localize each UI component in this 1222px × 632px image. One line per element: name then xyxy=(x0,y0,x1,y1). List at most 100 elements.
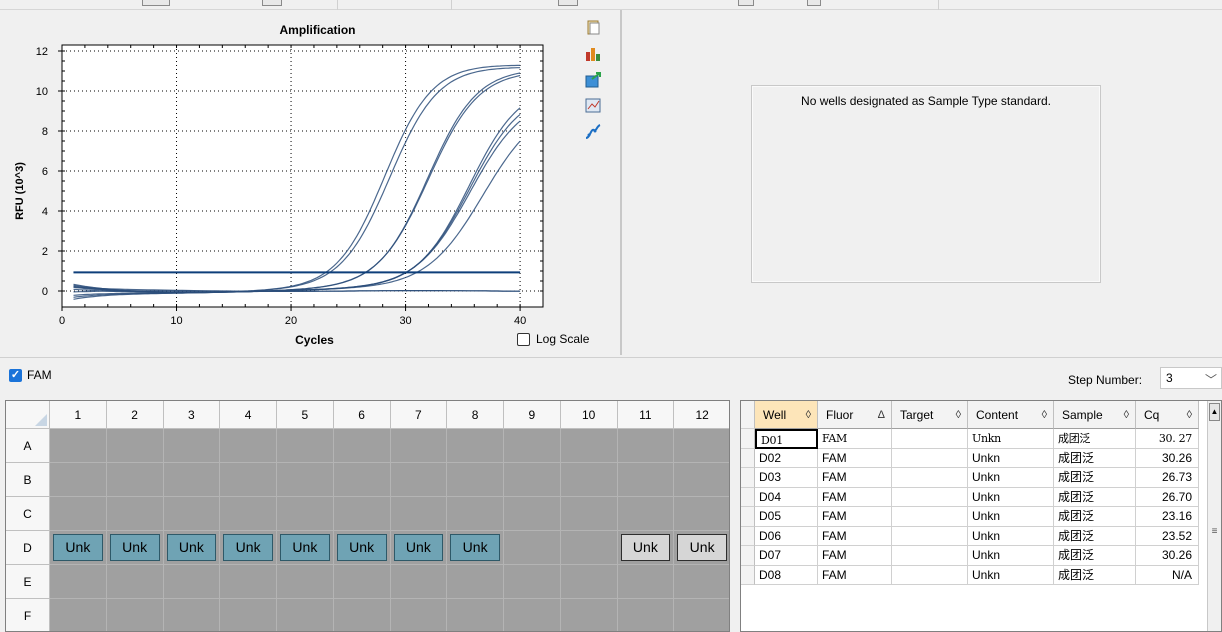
plate-well[interactable] xyxy=(617,463,675,497)
plate-well[interactable] xyxy=(504,565,561,599)
plate-well[interactable] xyxy=(107,599,164,631)
table-column-header[interactable]: Cq ◊ xyxy=(1136,401,1199,429)
plate-column-header[interactable]: 2 xyxy=(106,401,164,429)
plate-well[interactable] xyxy=(220,463,277,497)
table-scrollbar[interactable]: ▲ ≡ xyxy=(1207,401,1221,631)
sort-icon[interactable]: ◊ xyxy=(1124,401,1129,429)
plate-column-header[interactable]: 6 xyxy=(333,401,391,429)
plate-well[interactable] xyxy=(163,565,221,599)
table-cell[interactable]: Unkn xyxy=(968,507,1054,527)
plate-column-header[interactable]: 1 xyxy=(50,401,107,429)
table-cell[interactable]: 成团泛 xyxy=(1054,429,1136,449)
table-cell[interactable]: 30.26 xyxy=(1136,448,1199,468)
table-cell[interactable]: FAM xyxy=(818,507,892,527)
plate-well[interactable] xyxy=(333,497,391,531)
plate-well[interactable] xyxy=(50,497,107,531)
plate-column-header[interactable]: 10 xyxy=(560,401,618,429)
table-cell[interactable]: D01 xyxy=(755,429,818,449)
plate-well[interactable] xyxy=(334,599,391,631)
table-cell[interactable]: 成团泛 xyxy=(1054,507,1136,527)
table-cell[interactable]: FAM xyxy=(818,468,892,488)
plate-column-header[interactable]: 4 xyxy=(220,401,277,429)
sort-icon[interactable]: Δ xyxy=(878,401,885,429)
plate-well[interactable] xyxy=(504,429,561,463)
toolbar-icon[interactable] xyxy=(807,0,821,6)
plate-well[interactable] xyxy=(390,429,448,463)
table-cell[interactable]: 成团泛 xyxy=(1054,468,1136,488)
toolbar-icon[interactable] xyxy=(142,0,170,6)
table-cell[interactable]: FAM xyxy=(818,565,892,585)
plate-row-header[interactable]: C xyxy=(6,497,50,531)
sort-icon[interactable]: ◊ xyxy=(1187,401,1192,429)
table-cell[interactable]: Unkn xyxy=(968,429,1054,449)
plate-well[interactable] xyxy=(50,599,107,631)
plate-well[interactable]: Unk xyxy=(617,531,675,565)
table-column-header[interactable]: Target ◊ xyxy=(892,401,968,429)
table-cell[interactable] xyxy=(892,468,968,488)
table-cell[interactable] xyxy=(892,429,968,449)
plate-select-all[interactable] xyxy=(6,401,50,429)
plate-row-header[interactable]: B xyxy=(6,463,50,497)
table-cell[interactable]: D08 xyxy=(755,565,818,585)
plate-well[interactable] xyxy=(674,429,729,463)
plate-well[interactable] xyxy=(674,565,729,599)
plate-well[interactable] xyxy=(560,463,618,497)
plate-well[interactable]: Unk xyxy=(674,531,729,565)
zoom-icon[interactable] xyxy=(583,96,603,116)
plate-map[interactable]: 1 2 3 4 5 6 7 8 9 10 11 12 A B C D Unk Unk Unk Unk Unk Unk Unk… xyxy=(5,400,730,632)
fam-checkbox[interactable]: ✓ xyxy=(9,368,22,382)
table-cell[interactable]: 成团泛 xyxy=(1054,448,1136,468)
table-column-header[interactable]: Fluor Δ xyxy=(818,401,892,429)
plate-well[interactable] xyxy=(220,565,277,599)
plate-well[interactable]: Unk xyxy=(220,531,277,565)
table-cell[interactable]: 成团泛 xyxy=(1054,565,1136,585)
plate-well[interactable] xyxy=(447,497,504,531)
table-cell[interactable]: Unkn xyxy=(968,526,1054,546)
plate-well[interactable]: Unk xyxy=(163,531,221,565)
plate-well[interactable] xyxy=(561,599,618,631)
sort-icon[interactable]: ◊ xyxy=(956,401,961,429)
scroll-thumb[interactable]: ≡ xyxy=(1209,517,1220,547)
plate-well[interactable] xyxy=(504,599,561,631)
plate-well[interactable] xyxy=(617,429,675,463)
amplification-chart[interactable]: 0 10 20 30 40 0 2 4 6 8 10 12 Amplification Cycles RFU… xyxy=(0,10,620,355)
table-cell[interactable]: Unkn xyxy=(968,546,1054,566)
row-header[interactable] xyxy=(741,526,755,546)
chart-settings-icon[interactable] xyxy=(583,44,603,64)
plate-well[interactable] xyxy=(390,463,448,497)
table-cell[interactable] xyxy=(892,448,968,468)
plate-well[interactable] xyxy=(220,497,277,531)
table-cell[interactable]: D07 xyxy=(755,546,818,566)
plate-column-header[interactable]: 3 xyxy=(163,401,221,429)
table-cell[interactable]: D06 xyxy=(755,526,818,546)
table-cell[interactable]: 30.26 xyxy=(1136,546,1199,566)
plate-well[interactable] xyxy=(504,497,561,531)
plate-well[interactable] xyxy=(447,565,504,599)
table-cell[interactable]: FAM xyxy=(818,429,892,449)
table-cell[interactable]: Unkn xyxy=(968,565,1054,585)
table-cell[interactable] xyxy=(892,507,968,527)
table-cell[interactable]: 23.52 xyxy=(1136,526,1199,546)
table-cell[interactable]: FAM xyxy=(818,448,892,468)
table-cell[interactable]: 成团泛 xyxy=(1054,487,1136,507)
plate-well[interactable] xyxy=(390,497,448,531)
plate-row-header[interactable]: D xyxy=(6,531,50,565)
plate-well[interactable]: Unk xyxy=(106,531,164,565)
sort-icon[interactable]: ◊ xyxy=(1042,401,1047,429)
plate-well[interactable] xyxy=(618,599,675,631)
row-header[interactable] xyxy=(741,487,755,507)
plate-well[interactable]: Unk xyxy=(50,531,107,565)
plate-well[interactable] xyxy=(277,497,334,531)
table-cell[interactable]: 30. 27 xyxy=(1136,429,1199,449)
plate-well[interactable] xyxy=(277,565,334,599)
plate-well[interactable] xyxy=(560,429,618,463)
plate-well[interactable] xyxy=(674,599,729,631)
table-cell[interactable]: 23.16 xyxy=(1136,507,1199,527)
plate-well[interactable] xyxy=(277,599,334,631)
plate-well[interactable] xyxy=(390,565,448,599)
plate-well[interactable]: Unk xyxy=(390,531,448,565)
curve-fit-icon[interactable] xyxy=(583,122,603,142)
table-column-header[interactable]: Content ◊ xyxy=(968,401,1054,429)
plate-well[interactable] xyxy=(50,429,107,463)
plate-well[interactable] xyxy=(106,565,164,599)
